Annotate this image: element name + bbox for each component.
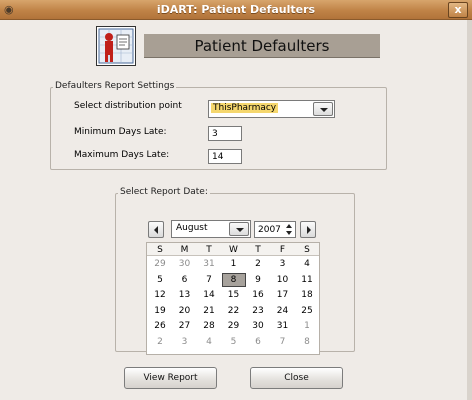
calendar-day[interactable]: 13 — [173, 288, 197, 302]
month-value: August — [176, 223, 208, 233]
window-close-button[interactable]: x — [448, 2, 468, 18]
year-value: 2007 — [258, 225, 281, 235]
calendar-day[interactable]: 30 — [173, 257, 197, 271]
min-days-input[interactable]: 3 — [208, 126, 242, 141]
calendar-day[interactable]: 6 — [173, 273, 197, 287]
calendar-day[interactable]: 5 — [148, 273, 172, 287]
calendar-day[interactable]: 25 — [295, 304, 319, 318]
calendar-day[interactable]: 16 — [246, 288, 270, 302]
calendar-day[interactable]: 27 — [173, 319, 197, 333]
window-edge — [467, 20, 472, 400]
calendar-day[interactable]: 3 — [271, 257, 295, 271]
calendar-day[interactable]: 1 — [222, 257, 246, 271]
calendar-day[interactable]: 22 — [222, 304, 246, 318]
report-date-legend: Select Report Date: — [118, 187, 210, 197]
max-days-input[interactable]: 14 — [208, 149, 242, 164]
page-title: Patient Defaulters — [194, 37, 330, 55]
calendar-day[interactable]: 15 — [222, 288, 246, 302]
calendar-day[interactable]: 6 — [246, 335, 270, 349]
weekday-label: S — [304, 245, 310, 255]
calendar-day[interactable]: 21 — [197, 304, 221, 318]
calendar-day[interactable]: 23 — [246, 304, 270, 318]
calendar-day[interactable]: 29 — [222, 319, 246, 333]
patient-report-icon — [96, 26, 136, 66]
calendar-day[interactable]: 31 — [271, 319, 295, 333]
weekday-label: M — [180, 245, 189, 255]
calendar-day[interactable]: 7 — [271, 335, 295, 349]
weekday-label: W — [229, 245, 238, 255]
calendar-day[interactable]: 14 — [197, 288, 221, 302]
min-days-label: Minimum Days Late: — [74, 127, 167, 137]
weekday-label: T — [206, 245, 212, 255]
previous-month-button[interactable] — [148, 221, 164, 238]
calendar-day[interactable]: 20 — [173, 304, 197, 318]
calendar-day[interactable]: 2 — [246, 257, 270, 271]
year-spinner[interactable]: 2007 — [254, 221, 296, 238]
distribution-point-select[interactable]: ThisPharmacy — [208, 100, 335, 118]
view-report-button[interactable]: View Report — [124, 367, 217, 389]
calendar-day[interactable]: 1 — [295, 319, 319, 333]
calendar-day[interactable]: 28 — [197, 319, 221, 333]
calendar-day[interactable]: 3 — [173, 335, 197, 349]
calendar-day[interactable]: 30 — [246, 319, 270, 333]
calendar-day[interactable]: 17 — [271, 288, 295, 302]
calendar-grid: S M T W T F S 29 30 31 1 2 3 4 5 6 7 8 9 10 11 12 13 14 15 16 17 18… — [146, 242, 320, 355]
calendar-day[interactable]: 4 — [295, 257, 319, 271]
max-days-label: Maximum Days Late: — [74, 150, 170, 160]
calendar-day[interactable]: 31 — [197, 257, 221, 271]
calendar-day[interactable]: 29 — [148, 257, 172, 271]
calendar-day[interactable]: 2 — [148, 335, 172, 349]
weekday-label: S — [157, 245, 163, 255]
window-title: iDART: Patient Defaulters — [156, 3, 316, 16]
next-month-button[interactable] — [300, 221, 316, 238]
calendar-day[interactable]: 10 — [271, 273, 295, 287]
calendar-day[interactable]: 9 — [246, 273, 270, 287]
header-banner: Patient Defaulters — [144, 34, 380, 58]
distribution-point-value: ThisPharmacy — [211, 103, 279, 113]
report-settings-legend: Defaulters Report Settings — [53, 81, 177, 91]
calendar-day[interactable]: 19 — [148, 304, 172, 318]
calendar-day[interactable]: 8 — [295, 335, 319, 349]
chevron-down-icon[interactable] — [229, 222, 249, 236]
weekday-label: T — [255, 245, 261, 255]
calendar-day[interactable]: 7 — [197, 273, 221, 287]
chevron-down-icon[interactable] — [313, 102, 333, 116]
calendar-day[interactable]: 12 — [148, 288, 172, 302]
close-button[interactable]: Close — [250, 367, 343, 389]
weekday-label: F — [279, 245, 286, 255]
month-select[interactable]: August — [171, 220, 251, 238]
calendar-day-selected[interactable]: 8 — [221, 272, 246, 287]
calendar-day[interactable]: 11 — [295, 273, 319, 287]
spinner-arrows-icon[interactable] — [285, 223, 294, 236]
title-bar: ◉ iDART: Patient Defaulters x — [0, 0, 472, 20]
calendar-day[interactable]: 24 — [271, 304, 295, 318]
distribution-point-label: Select distribution point — [74, 101, 182, 111]
calendar-day[interactable]: 5 — [222, 335, 246, 349]
calendar-day[interactable]: 4 — [197, 335, 221, 349]
calendar-day[interactable]: 26 — [148, 319, 172, 333]
calendar-day[interactable]: 18 — [295, 288, 319, 302]
